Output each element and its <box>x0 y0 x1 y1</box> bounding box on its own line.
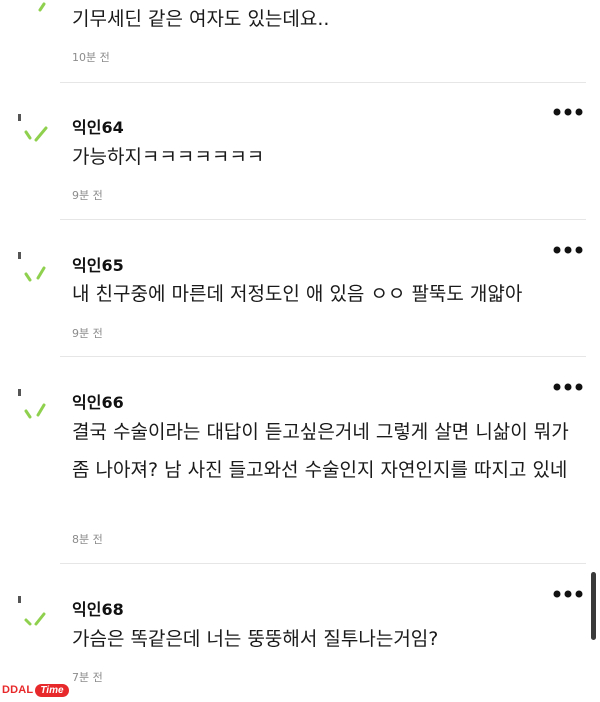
anonymous-avatar-icon <box>18 252 46 282</box>
comment-text: 가슴은 똑같은데 너는 뚱뚱해서 질투나는거임? <box>72 628 439 650</box>
more-options-icon[interactable] <box>552 588 584 600</box>
comment-author[interactable]: 익인64 <box>72 114 124 138</box>
anonymous-avatar-icon <box>38 2 46 12</box>
watermark-brand: DDAL <box>2 684 34 696</box>
comment-divider <box>60 356 586 357</box>
comment-time: 10분 전 <box>72 51 110 64</box>
ddaltime-watermark-logo: DDAL Time <box>2 680 69 700</box>
comment-time: 8분 전 <box>72 533 103 546</box>
watermark-badge: Time <box>35 683 69 697</box>
comment-time: 9분 전 <box>72 189 103 202</box>
comment-divider <box>60 219 586 220</box>
comment-time: 9분 전 <box>72 327 103 340</box>
anonymous-avatar-icon <box>18 389 46 419</box>
anonymous-avatar-icon <box>18 596 46 626</box>
comment-divider <box>60 563 586 564</box>
comment-divider <box>60 82 586 83</box>
more-options-icon[interactable] <box>552 244 584 256</box>
comment-text: 가능하지ㅋㅋㅋㅋㅋㅋㅋ <box>72 146 265 168</box>
more-options-icon[interactable] <box>552 381 584 393</box>
comment-author[interactable]: 익인65 <box>72 252 124 276</box>
comment-text: 내 친구중에 마른데 저정도인 애 있음 ㅇㅇ 팔뚝도 개얇아 <box>72 283 523 305</box>
comment-text: 기무세딘 같은 여자도 있는데요.. <box>72 8 330 30</box>
comment-author[interactable]: 익인68 <box>72 596 124 620</box>
comment-text: 결국 수술이라는 대답이 듣고싶은거네 그렇게 살면 니삶이 뭐가 좀 나아져?… <box>72 421 575 481</box>
comment-author[interactable]: 익인66 <box>72 389 124 413</box>
more-options-icon[interactable] <box>552 106 584 118</box>
scrollbar-thumb[interactable] <box>591 572 596 640</box>
anonymous-avatar-icon <box>18 114 48 142</box>
comment-time: 7분 전 <box>72 671 103 684</box>
